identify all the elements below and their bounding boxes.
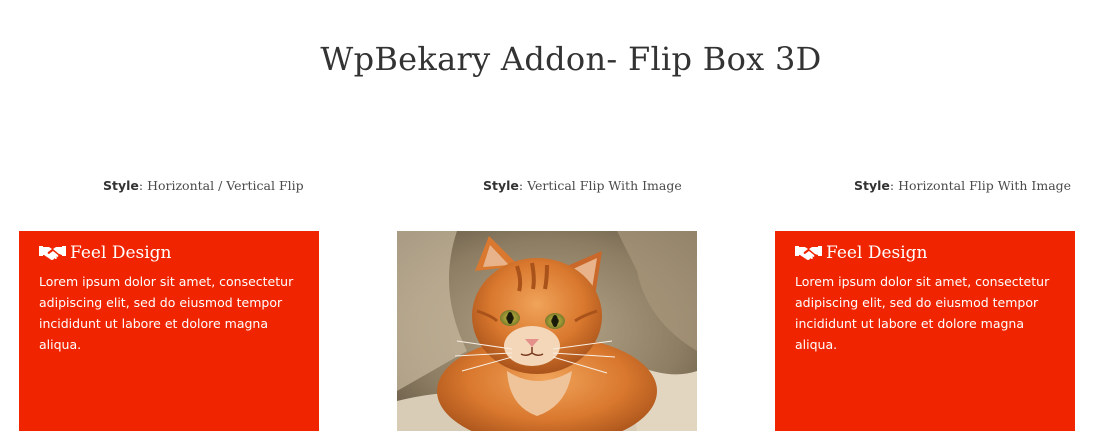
flip-box-title: Feel Design <box>70 243 172 263</box>
style-label: Style <box>854 178 890 193</box>
flip-box-heading: Feel Design <box>39 243 299 263</box>
flip-box-horizontal-vertical[interactable]: Feel Design Lorem ipsum dolor sit amet, … <box>19 231 319 431</box>
page: WpBekary Addon- Flip Box 3D Style: Horiz… <box>0 0 1111 447</box>
style-caption-vertical-image: Style: Vertical Flip With Image <box>483 178 682 193</box>
style-value: : Horizontal Flip With Image <box>889 178 1072 193</box>
flip-box-text: Lorem ipsum dolor sit amet, consectetur … <box>39 274 294 352</box>
handshake-icon <box>795 244 822 262</box>
flip-box-image[interactable] <box>397 231 697 431</box>
flip-box-title: Feel Design <box>826 243 928 263</box>
page-title: WpBekary Addon- Flip Box 3D <box>320 40 822 78</box>
style-value: : Horizontal / Vertical Flip <box>138 178 304 193</box>
style-label: Style <box>483 178 519 193</box>
style-label: Style <box>103 178 139 193</box>
style-caption-horizontal-image: Style: Horizontal Flip With Image <box>854 178 1071 193</box>
flip-box-horizontal-image[interactable]: Feel Design Lorem ipsum dolor sit amet, … <box>775 231 1075 431</box>
handshake-icon <box>39 244 66 262</box>
cat-photo <box>397 231 697 431</box>
flip-box-text: Lorem ipsum dolor sit amet, consectetur … <box>795 274 1050 352</box>
flip-box-heading: Feel Design <box>795 243 1055 263</box>
style-value: : Vertical Flip With Image <box>518 178 682 193</box>
style-caption-horizontal-vertical: Style: Horizontal / Vertical Flip <box>103 178 304 193</box>
